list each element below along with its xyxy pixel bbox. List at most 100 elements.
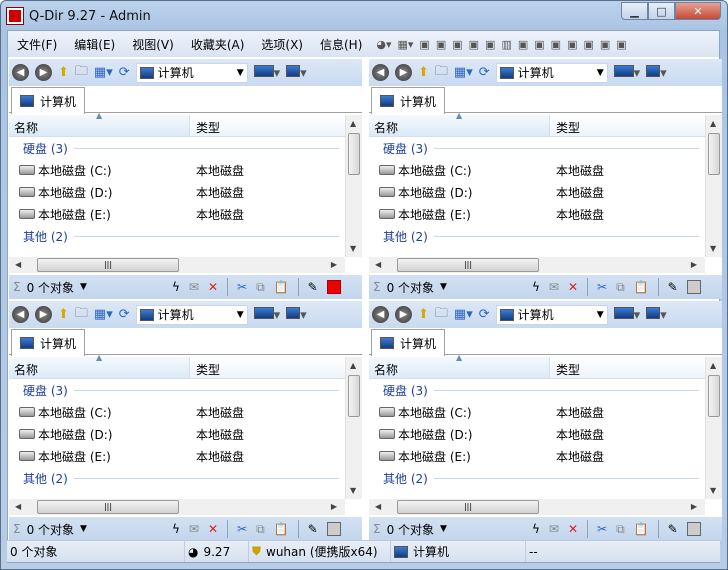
computer-menu-icon[interactable]: ▾ <box>286 64 307 81</box>
menu-options[interactable]: 选项(X) <box>252 36 311 53</box>
forward-icon[interactable]: ▶ <box>395 306 412 323</box>
horizontal-scrollbar[interactable]: ◀ ||| ▶ <box>369 257 705 273</box>
column-type[interactable]: 类型 <box>190 357 226 378</box>
layout-icon[interactable]: ▣ <box>518 38 528 51</box>
vertical-scrollbar[interactable]: ▲ ▼ <box>345 115 362 257</box>
refresh-icon[interactable]: ⟳ <box>479 307 490 322</box>
vertical-scrollbar[interactable]: ▲ ▼ <box>705 357 722 499</box>
forward-icon[interactable]: ▶ <box>35 64 52 81</box>
copy-icon[interactable]: ⧉ <box>256 280 265 295</box>
rename-icon[interactable]: ✎ <box>668 522 678 536</box>
delete-icon[interactable]: ✕ <box>208 280 218 294</box>
folder-up-icon[interactable]: ⬆ <box>58 307 69 322</box>
rename-icon[interactable]: ✎ <box>308 280 318 294</box>
computer-menu-icon[interactable]: ▾ <box>646 64 667 81</box>
layout-icon[interactable]: ▥ <box>501 38 511 51</box>
back-icon[interactable]: ◀ <box>12 64 29 81</box>
layout-icon[interactable]: ▣ <box>436 38 446 51</box>
lightning-icon[interactable]: ϟ <box>172 280 180 294</box>
active-pane-marker[interactable] <box>686 280 701 294</box>
address-combo[interactable]: 计算机 ▼ <box>495 62 608 83</box>
paste-icon[interactable]: 📋 <box>274 522 289 536</box>
vertical-scrollbar[interactable]: ▲ ▼ <box>705 115 722 257</box>
horizontal-scrollbar[interactable]: ◀ ||| ▶ <box>369 499 705 515</box>
list-item[interactable]: 本地磁盘 (C:) 本地磁盘 <box>369 401 705 423</box>
refresh-icon[interactable]: ⟳ <box>119 307 130 322</box>
layout-icon[interactable]: ▣ <box>567 38 577 51</box>
rename-icon[interactable]: ✎ <box>308 522 318 536</box>
group-header[interactable]: 其他 (2) <box>9 225 345 247</box>
list-item[interactable]: 本地磁盘 (C:) 本地磁盘 <box>9 401 345 423</box>
address-combo[interactable]: 计算机 ▼ <box>135 304 248 325</box>
mail-icon[interactable]: ✉ <box>189 280 199 294</box>
lightning-icon[interactable]: ϟ <box>532 522 540 536</box>
group-header[interactable]: 其他 (2) <box>369 467 705 489</box>
view-mode-icon[interactable]: ▦▾ <box>454 65 473 80</box>
computer-menu-icon[interactable]: ▾ <box>286 306 307 323</box>
desktop-icon[interactable]: ▾ <box>613 64 640 81</box>
list-item[interactable]: 本地磁盘 (C:) 本地磁盘 <box>369 159 705 181</box>
tab-computer[interactable]: 计算机 <box>11 329 86 356</box>
cut-icon[interactable]: ✂ <box>597 280 607 294</box>
chevron-down-icon[interactable]: ▼ <box>237 68 244 78</box>
chevron-down-icon[interactable]: ▼ <box>597 310 604 320</box>
active-pane-marker[interactable] <box>326 522 341 536</box>
mail-icon[interactable]: ✉ <box>549 280 559 294</box>
layout-icon[interactable]: ▣ <box>616 38 626 51</box>
column-name[interactable]: ▲ 名称 <box>9 353 190 378</box>
list-item[interactable]: 本地磁盘 (C:) 本地磁盘 <box>9 159 345 181</box>
delete-icon[interactable]: ✕ <box>568 522 578 536</box>
delete-icon[interactable]: ✕ <box>208 522 218 536</box>
paste-icon[interactable]: 📋 <box>634 280 649 294</box>
refresh-icon[interactable]: ⟳ <box>119 65 130 80</box>
forward-icon[interactable]: ▶ <box>35 306 52 323</box>
chevron-down-icon[interactable]: ▼ <box>237 310 244 320</box>
column-name[interactable]: ▲ 名称 <box>369 111 550 136</box>
list-item[interactable]: 本地磁盘 (E:) 本地磁盘 <box>369 445 705 467</box>
desktop-icon[interactable]: ▾ <box>253 306 280 323</box>
vertical-scrollbar[interactable]: ▲ ▼ <box>345 357 362 499</box>
paste-icon[interactable]: 📋 <box>634 522 649 536</box>
globe-icon[interactable]: ◕▾ <box>376 38 391 51</box>
menu-file[interactable]: 文件(F) <box>8 36 65 53</box>
list-item[interactable]: 本地磁盘 (E:) 本地磁盘 <box>9 445 345 467</box>
group-header[interactable]: 硬盘 (3) <box>369 379 705 401</box>
layout-icon[interactable]: ▣ <box>551 38 561 51</box>
column-type[interactable]: 类型 <box>550 115 586 136</box>
menu-info[interactable]: 信息(H) <box>311 36 370 53</box>
layout-icon[interactable]: ▣ <box>583 38 593 51</box>
address-combo[interactable]: 计算机 ▼ <box>495 304 608 325</box>
new-folder-icon[interactable]: 🗀 <box>435 304 448 326</box>
horizontal-scrollbar[interactable]: ◀ ||| ▶ <box>9 499 345 515</box>
list-item[interactable]: 本地磁盘 (D:) 本地磁盘 <box>369 181 705 203</box>
address-combo[interactable]: 计算机 ▼ <box>135 62 248 83</box>
view-mode-icon[interactable]: ▦▾ <box>94 307 113 322</box>
layout-icon[interactable]: ▣ <box>534 38 544 51</box>
active-pane-marker[interactable] <box>686 522 701 536</box>
group-header[interactable]: 其他 (2) <box>9 467 345 489</box>
cut-icon[interactable]: ✂ <box>237 522 247 536</box>
delete-icon[interactable]: ✕ <box>568 280 578 294</box>
list-item[interactable]: 本地磁盘 (D:) 本地磁盘 <box>9 423 345 445</box>
rename-icon[interactable]: ✎ <box>668 280 678 294</box>
tab-computer[interactable]: 计算机 <box>11 87 86 114</box>
list-item[interactable]: 本地磁盘 (E:) 本地磁盘 <box>369 203 705 225</box>
column-name[interactable]: ▲ 名称 <box>369 353 550 378</box>
view-mode-icon[interactable]: ▦▾ <box>454 307 473 322</box>
lightning-icon[interactable]: ϟ <box>532 280 540 294</box>
copy-icon[interactable]: ⧉ <box>616 280 625 295</box>
group-header[interactable]: 硬盘 (3) <box>9 137 345 159</box>
list-item[interactable]: 本地磁盘 (D:) 本地磁盘 <box>9 181 345 203</box>
minimize-button[interactable]: ▁ <box>621 2 648 20</box>
menu-edit[interactable]: 编辑(E) <box>65 36 123 53</box>
folder-up-icon[interactable]: ⬆ <box>418 307 429 322</box>
chevron-down-icon[interactable]: ▼ <box>80 524 87 534</box>
tab-computer[interactable]: 计算机 <box>371 329 446 356</box>
column-type[interactable]: 类型 <box>550 357 586 378</box>
view-mode-icon[interactable]: ▦▾ <box>94 65 113 80</box>
back-icon[interactable]: ◀ <box>372 64 389 81</box>
layout-grid-icon[interactable]: ▦▾ <box>398 38 414 51</box>
group-header[interactable]: 其他 (2) <box>369 225 705 247</box>
close-button[interactable]: ✕ <box>675 2 721 20</box>
tab-computer[interactable]: 计算机 <box>371 87 446 114</box>
